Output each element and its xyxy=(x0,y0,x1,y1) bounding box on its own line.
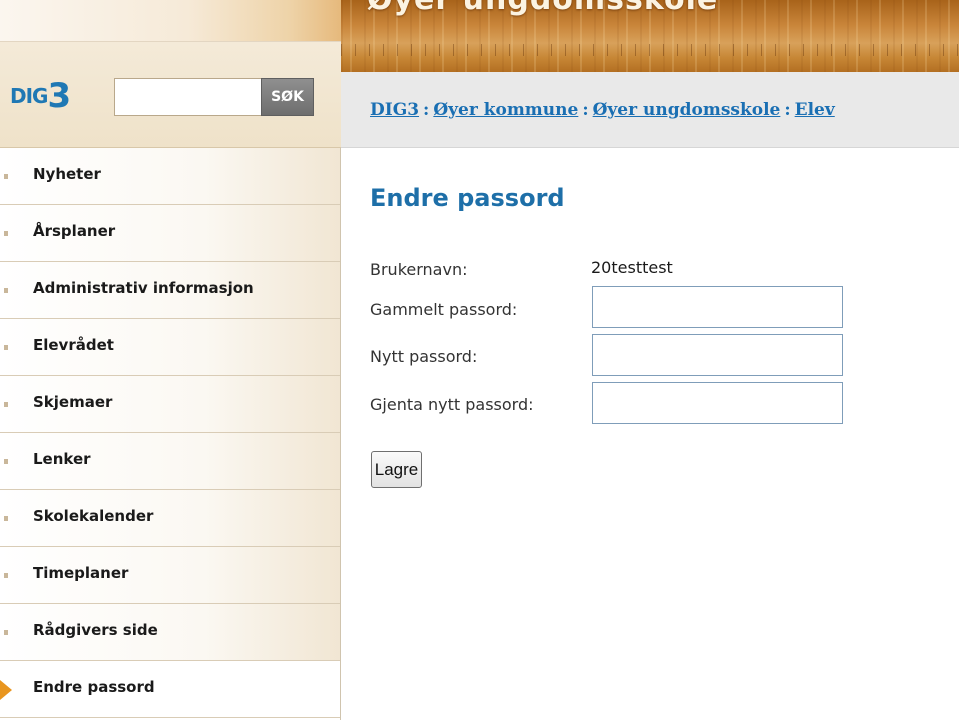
breadcrumb-link-skole[interactable]: Øyer ungdomsskole xyxy=(593,100,781,120)
new-password-field[interactable] xyxy=(592,334,843,376)
top-banner-left xyxy=(0,0,341,42)
main-content: Endre passord Brukernavn: 20testtest Gam… xyxy=(341,148,959,720)
banner-texture xyxy=(341,44,959,56)
logo-number: 3 xyxy=(47,76,72,116)
sidebar-nav: Nyheter Årsplaner Administrativ informas… xyxy=(0,148,341,720)
sidebar-item-label: Timeplaner xyxy=(33,564,129,582)
save-button[interactable]: Lagre xyxy=(371,451,422,488)
sidebar-item-label: Lenker xyxy=(33,450,91,468)
bullet-icon xyxy=(4,573,8,578)
sidebar-item-label: Skolekalender xyxy=(33,507,154,525)
bullet-icon xyxy=(4,288,8,293)
breadcrumb: DIG3: Øyer kommune: Øyer ungdomsskole: Elev xyxy=(341,72,959,148)
active-arrow-icon xyxy=(0,680,12,700)
breadcrumb-separator: : xyxy=(784,100,791,120)
breadcrumb-link-kommune[interactable]: Øyer kommune xyxy=(433,100,578,120)
sidebar-item-timeplaner[interactable]: Timeplaner xyxy=(0,547,340,604)
sidebar-item-administrativ-informasjon[interactable]: Administrativ informasjon xyxy=(0,262,340,319)
old-password-label: Gammelt passord: xyxy=(370,300,518,319)
logo-text: DIG xyxy=(10,84,48,108)
sidebar-item-label: Nyheter xyxy=(33,165,101,183)
top-banner: Øyer ungdomsskole xyxy=(341,0,959,72)
sidebar-item-label: Elevrådet xyxy=(33,336,114,354)
sidebar-item-label: Endre passord xyxy=(33,678,155,696)
bullet-icon xyxy=(4,402,8,407)
dig3-logo[interactable]: DIG3 xyxy=(10,76,71,116)
breadcrumb-link-elev[interactable]: Elev xyxy=(795,100,835,120)
old-password-field[interactable] xyxy=(592,286,843,328)
bullet-icon xyxy=(4,459,8,464)
banner-title: Øyer ungdomsskole xyxy=(367,0,718,17)
page-title: Endre passord xyxy=(370,184,565,212)
new-password-label: Nytt passord: xyxy=(370,347,478,366)
sidebar-item-endre-passord[interactable]: Endre passord xyxy=(0,661,340,718)
bullet-icon xyxy=(4,516,8,521)
search-button[interactable]: SØK xyxy=(261,78,314,116)
sidebar-item-elevradet[interactable]: Elevrådet xyxy=(0,319,340,376)
bullet-icon xyxy=(4,345,8,350)
breadcrumb-separator: : xyxy=(582,100,589,120)
bullet-icon xyxy=(4,174,8,179)
search-input[interactable] xyxy=(114,78,261,116)
bullet-icon xyxy=(4,630,8,635)
sidebar-item-label: Årsplaner xyxy=(33,222,116,240)
sidebar-item-skolekalender[interactable]: Skolekalender xyxy=(0,490,340,547)
sidebar-item-label: Administrativ informasjon xyxy=(33,279,254,297)
repeat-password-field[interactable] xyxy=(592,382,843,424)
sidebar-item-arsplaner[interactable]: Årsplaner xyxy=(0,205,340,262)
sidebar-item-skjemaer[interactable]: Skjemaer xyxy=(0,376,340,433)
sidebar-item-radgivers-side[interactable]: Rådgivers side xyxy=(0,604,340,661)
repeat-password-label: Gjenta nytt passord: xyxy=(370,395,534,414)
sidebar-item-label: Rådgivers side xyxy=(33,621,158,639)
username-value: 20testtest xyxy=(591,258,673,277)
breadcrumb-link-dig3[interactable]: DIG3 xyxy=(370,100,419,120)
bullet-icon xyxy=(4,231,8,236)
sidebar-item-label: Skjemaer xyxy=(33,393,113,411)
breadcrumb-separator: : xyxy=(423,100,430,120)
sidebar-item-lenker[interactable]: Lenker xyxy=(0,433,340,490)
sidebar-item-nyheter[interactable]: Nyheter xyxy=(0,148,340,205)
username-label: Brukernavn: xyxy=(370,260,468,279)
